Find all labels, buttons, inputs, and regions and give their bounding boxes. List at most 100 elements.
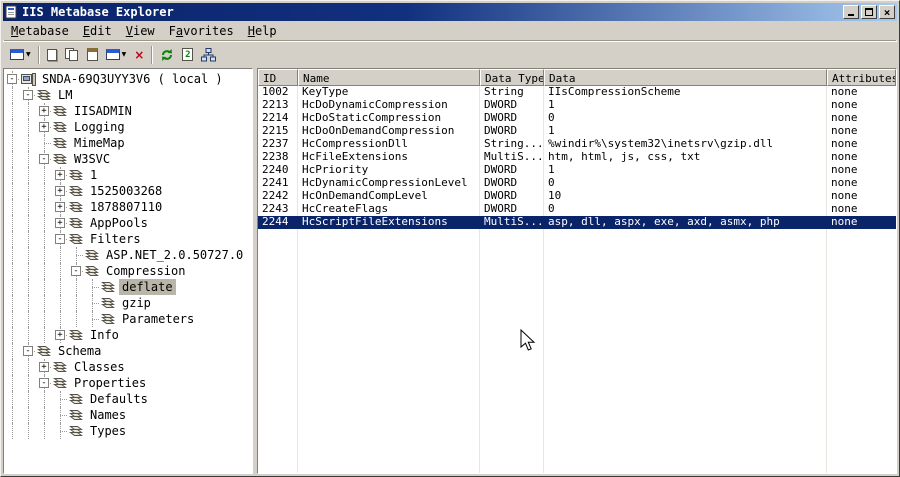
column-header-data[interactable]: Data [544,69,827,86]
metabase-node-icon [52,136,68,151]
list-row[interactable]: 2214 HcDoStaticCompression DWORD 0 none [258,112,896,125]
tree-item-1525003268[interactable]: +1525003268 [4,183,252,199]
cell-data [544,268,827,281]
tree-item-iisadmin[interactable]: + IISADMIN [4,103,252,119]
tree-item-compression[interactable]: - Compression [4,263,252,279]
tree-guide [4,295,20,311]
collapse-box-icon[interactable]: - [39,378,49,388]
tree-item-1878807110[interactable]: +1878807110 [4,199,252,215]
tree-item-1[interactable]: +1 [4,167,252,183]
cell-data [544,307,827,320]
cell-name: HcDoDynamicCompression [298,99,480,112]
cell-id: 2213 [258,99,298,112]
list-rows: 1002 KeyType String IIsCompressionScheme non… [258,86,896,473]
expand-box-icon[interactable]: + [39,106,49,116]
cell-name: HcOnDemandCompLevel [298,190,480,203]
tree-item-w3svc[interactable]: - W3SVC [4,151,252,167]
minimize-button[interactable] [843,5,859,19]
empty-row [258,255,896,268]
record-view-button[interactable]: 2 [178,44,197,66]
tree-item-properties[interactable]: - Properties [4,375,252,391]
tree-item-apppools[interactable]: + AppPools [4,215,252,231]
tree-item-classes[interactable]: + Classes [4,359,252,375]
list-row[interactable]: 2215 HcDoOnDemandCompression DWORD 1 none [258,125,896,138]
list-row[interactable]: 2243 HcCreateFlags DWORD 0 none [258,203,896,216]
node-actions-button[interactable]: ▼ [102,44,131,66]
tree-item-asp-net-2-0-50727-0[interactable]: ASP.NET_2.0.50727.0 [4,247,252,263]
column-header-attributes[interactable]: Attributes [827,69,896,86]
tree-item-types[interactable]: Types [4,423,252,439]
menu-edit[interactable]: Edit [76,22,119,40]
list-row[interactable]: 1002 KeyType String IIsCompressionScheme non… [258,86,896,99]
collapse-box-icon[interactable]: - [71,266,81,276]
expand-box-icon[interactable]: + [55,170,65,180]
tree-guide [68,311,84,327]
collapse-box-icon[interactable]: - [23,346,33,356]
copy-button[interactable] [61,44,83,66]
tree-item-filters[interactable]: - Filters [4,231,252,247]
tree-item-parameters[interactable]: Parameters [4,311,252,327]
menu-help[interactable]: Help [241,22,284,40]
cell-attributes: none [831,216,858,228]
expand-box-icon[interactable]: + [39,362,49,372]
tree-item-snda-69q3uyy3v6-local[interactable]: - SNDA-69Q3UYY3V6 ( local ) [4,71,252,87]
empty-row [258,359,896,372]
close-button[interactable]: × [879,5,895,19]
tree-item-info[interactable]: + Info [4,327,252,343]
menu-view[interactable]: View [119,22,162,40]
menu-metabase[interactable]: Metabase [4,22,76,40]
tree-item-defaults[interactable]: Defaults [4,391,252,407]
list-row[interactable]: 2241 HcDynamicCompressionLevel DWORD 0 none [258,177,896,190]
tree-item-mimemap[interactable]: MimeMap [4,135,252,151]
refresh-button[interactable] [156,44,178,66]
tree-guide: + [36,359,52,375]
title-bar[interactable]: IIS Metabase Explorer × [3,3,897,21]
expand-box-icon[interactable]: + [39,122,49,132]
tree-item-names[interactable]: Names [4,407,252,423]
list-row[interactable]: 2242 HcOnDemandCompLevel DWORD 10 none [258,190,896,203]
list-row[interactable]: 2238 HcFileExtensions MultiS... htm, html, … [258,151,896,164]
tree-guide [68,295,84,311]
paste-button[interactable] [83,44,102,66]
collapse-box-icon[interactable]: - [39,154,49,164]
tree-guide [4,375,20,391]
list-row[interactable]: 2237 HcCompressionDll String... %windir%\sy… [258,138,896,151]
tree-guide [36,199,52,215]
collapse-box-icon[interactable]: - [55,234,65,244]
tree-item-logging[interactable]: + Logging [4,119,252,135]
column-header-name[interactable]: Name [298,69,480,86]
cell-attributes [827,307,896,320]
cell-id: 2214 [258,112,298,125]
column-header-data-type[interactable]: Data Type [480,69,544,86]
cell-name: KeyType [298,86,480,99]
cell-attributes [827,398,896,411]
tree-guide [4,87,20,103]
list-row[interactable]: 2244 HcScriptFileExtensions MultiS... asp, … [258,216,896,229]
expand-box-icon[interactable]: + [55,202,65,212]
empty-row [258,281,896,294]
network-button[interactable] [197,44,220,66]
list-row[interactable]: 2213 HcDoDynamicCompression DWORD 1 none [258,99,896,112]
list-row[interactable]: 2240 HcPriority DWORD 1 none [258,164,896,177]
console-window-button[interactable]: ▼ [6,44,35,66]
tree-item-lm[interactable]: - LM [4,87,252,103]
expand-box-icon[interactable]: + [55,218,65,228]
tree-guide [4,119,20,135]
tree-item-deflate[interactable]: deflate [4,279,252,295]
cell-data: 1 [544,164,827,177]
cell-name: HcCreateFlags [298,203,480,216]
tree-item-schema[interactable]: - Schema [4,343,252,359]
cell-data [544,294,827,307]
delete-button[interactable]: × [130,44,148,66]
new-key-button[interactable] [43,44,61,66]
collapse-box-icon[interactable]: - [23,90,33,100]
column-header-id[interactable]: ID [258,69,298,86]
tree-guide: + [52,167,68,183]
tree-item-gzip[interactable]: gzip [4,295,252,311]
maximize-button[interactable] [861,5,877,19]
expand-box-icon[interactable]: + [55,186,65,196]
cell-id [258,359,298,372]
expand-box-icon[interactable]: + [55,330,65,340]
menu-favorites[interactable]: Favorites [162,22,241,40]
collapse-box-icon[interactable]: - [7,74,17,84]
